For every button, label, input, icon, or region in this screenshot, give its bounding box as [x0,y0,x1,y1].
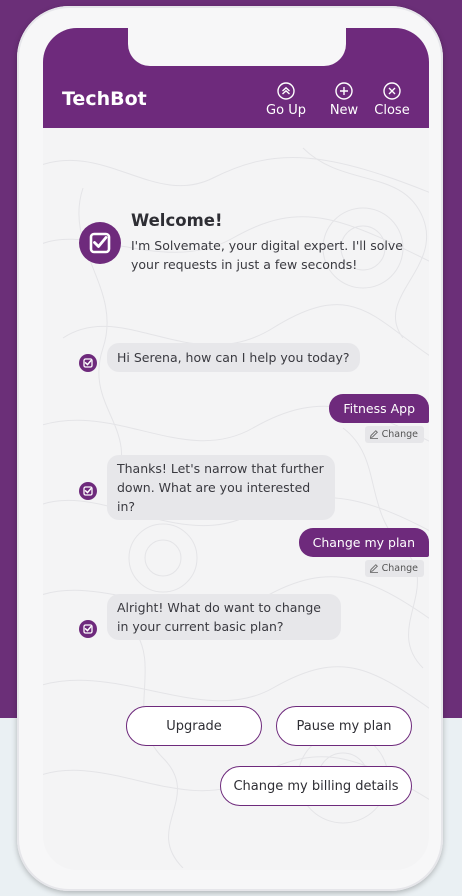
bot-avatar-icon [79,620,97,638]
go-up-button[interactable]: Go Up [261,82,311,118]
pause-plan-button[interactable]: Pause my plan [276,706,412,746]
change-button[interactable]: Change [364,560,424,577]
bot-message: Hi Serena, how can I help you today? [107,343,360,372]
bot-message: Alright! What do want to change in your … [107,594,341,640]
welcome-check-icon [79,222,121,264]
go-up-label: Go Up [266,103,306,118]
new-button[interactable]: New [319,82,369,118]
new-label: New [329,103,359,118]
chat-screen: TechBot Go Up New Close Welcome! I'm Sol… [43,28,429,870]
change-label: Change [381,429,418,440]
app-title: TechBot [62,88,147,110]
welcome-title: Welcome! [131,211,223,230]
change-label: Change [381,563,418,574]
change-button[interactable]: Change [364,426,424,443]
plus-circle-icon [335,82,353,100]
close-label: Close [374,103,410,118]
pencil-icon [369,564,378,573]
close-circle-icon [383,82,401,100]
user-message: Change my plan [298,528,429,557]
phone-notch [128,28,346,66]
bot-avatar-icon [79,354,97,372]
chevron-up-circle-icon [277,82,295,100]
bot-message: Thanks! Let's narrow that further down. … [107,455,335,520]
close-button[interactable]: Close [367,82,417,118]
phone-frame: TechBot Go Up New Close Welcome! I'm Sol… [17,6,443,891]
welcome-text: I'm Solvemate, your digital expert. I'll… [131,238,403,272]
upgrade-button[interactable]: Upgrade [126,706,262,746]
pencil-icon [369,430,378,439]
bot-avatar-icon [79,482,97,500]
user-message: Fitness App [329,394,429,423]
change-billing-button[interactable]: Change my billing details [220,766,412,806]
